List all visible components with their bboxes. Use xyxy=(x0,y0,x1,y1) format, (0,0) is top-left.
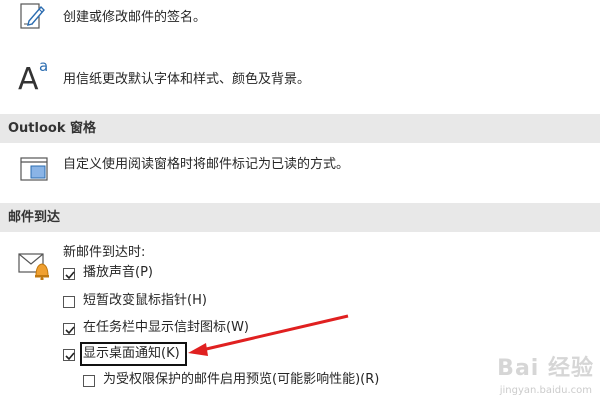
play-sound-option[interactable]: 播放声音(P) xyxy=(63,265,263,283)
change-cursor-option[interactable]: 短暂改变鼠标指针(H) xyxy=(63,293,283,311)
reading-pane-description: 自定义使用阅读窗格时将邮件标记为已读的方式。 xyxy=(63,157,350,172)
play-sound-checkbox[interactable] xyxy=(63,268,75,280)
font-aa-icon-small: a xyxy=(39,57,49,75)
taskbar-envelope-checkbox[interactable] xyxy=(63,323,75,335)
change-cursor-label: 短暂改变鼠标指针(H) xyxy=(83,293,207,308)
reading-pane-icon xyxy=(20,157,50,183)
desktop-alert-highlight-box xyxy=(80,342,187,366)
desktop-alert-checkbox[interactable] xyxy=(63,349,75,361)
protected-preview-label: 为受权限保护的邮件启用预览(可能影响性能)(R) xyxy=(103,372,380,387)
reading-pane-header: Outlook 窗格 xyxy=(0,114,600,143)
protected-preview-checkbox[interactable] xyxy=(83,375,95,387)
signature-pen-icon xyxy=(17,2,47,32)
red-arrow-annotation xyxy=(180,310,355,360)
message-arrival-header: 邮件到达 xyxy=(0,203,600,232)
font-aa-icon: A a xyxy=(18,57,54,100)
change-cursor-checkbox[interactable] xyxy=(63,296,75,308)
new-mail-intro: 新邮件到达时: xyxy=(63,245,146,260)
stationery-description: 用信纸更改默认字体和样式、颜色及背景。 xyxy=(63,72,311,87)
signature-description: 创建或修改邮件的签名。 xyxy=(63,10,207,25)
baidu-watermark: Bai 经验 xyxy=(497,356,594,381)
protected-preview-option[interactable]: 为受权限保护的邮件启用预览(可能影响性能)(R) xyxy=(83,372,443,390)
mail-bell-icon xyxy=(18,250,52,281)
baidu-watermark-url: jingyan.baidu.com xyxy=(499,385,592,396)
play-sound-label: 播放声音(P) xyxy=(83,265,153,280)
font-aa-icon-big: A xyxy=(18,62,39,97)
